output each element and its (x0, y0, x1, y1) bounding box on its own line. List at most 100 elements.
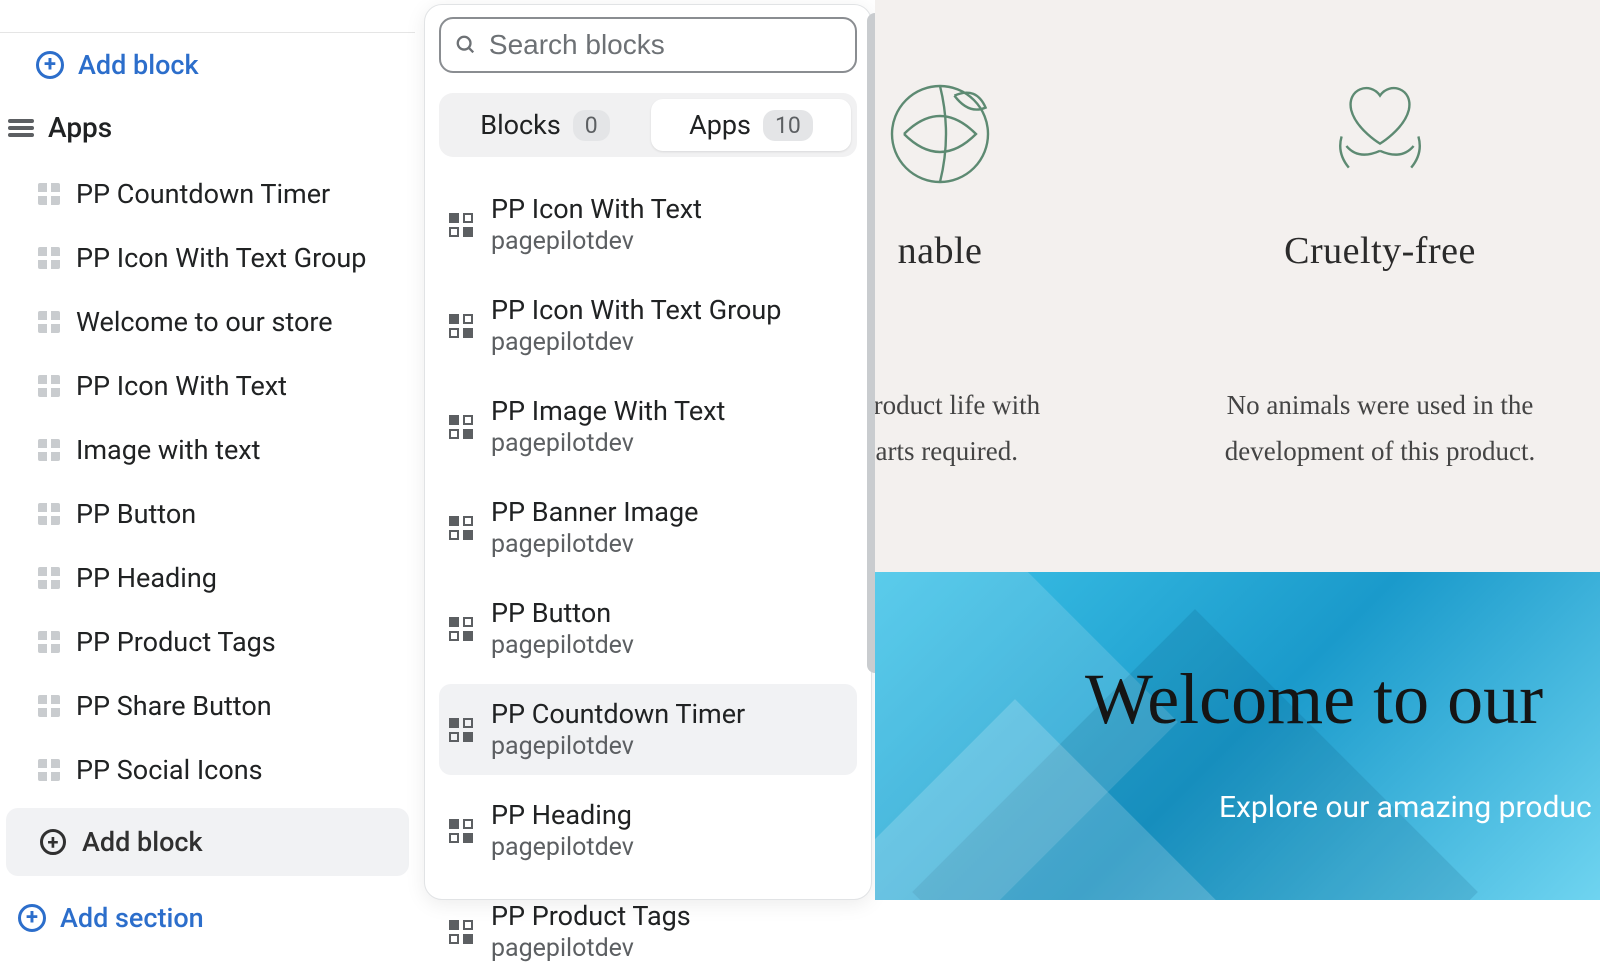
sidebar-top-divider (0, 0, 415, 33)
add-section-label: Add section (60, 902, 204, 934)
add-block-button-top[interactable]: + Add block (0, 33, 415, 99)
block-option-subtitle: pagepilotdev (491, 227, 702, 256)
app-block-icon (449, 617, 473, 641)
tab-count-badge: 0 (573, 110, 610, 141)
block-grid-icon (38, 439, 60, 461)
block-option-title: PP Button (491, 597, 634, 629)
app-block-icon (449, 415, 473, 439)
feature-text: No animals were used in the development … (1205, 383, 1555, 475)
sidebar-item-label: PP Icon With Text Group (76, 242, 366, 274)
sidebar-item-label: Welcome to our store (76, 306, 333, 338)
sidebar-item-label: PP Button (76, 498, 196, 530)
tab-apps[interactable]: Apps 10 (651, 99, 851, 151)
app-block-icon (449, 314, 473, 338)
add-block-label: Add block (78, 49, 199, 81)
tab-label: Apps (689, 109, 751, 141)
sidebar-item[interactable]: PP Countdown Timer (0, 162, 415, 226)
block-option-subtitle: pagepilotdev (491, 328, 781, 357)
plus-circle-icon: + (36, 51, 64, 79)
sidebar-item-label: PP Social Icons (76, 754, 263, 786)
block-option-title: PP Image With Text (491, 395, 725, 427)
block-option-subtitle: pagepilotdev (491, 429, 725, 458)
add-block-label: Add block (82, 826, 203, 858)
tab-label: Blocks (480, 109, 561, 141)
banner-heading: Welcome to our (1085, 658, 1543, 741)
block-option[interactable]: PP Button pagepilotdev (439, 583, 857, 674)
block-grid-icon (38, 311, 60, 333)
search-blocks-field[interactable] (439, 17, 857, 73)
block-grid-icon (38, 247, 60, 269)
sidebar-item[interactable]: Image with text (0, 418, 415, 482)
app-block-icon (449, 819, 473, 843)
feature-text: g product life with parts required. (875, 383, 1115, 475)
block-picker-tabs: Blocks 0 Apps 10 (439, 93, 857, 157)
sidebar-item-label: PP Countdown Timer (76, 178, 330, 210)
block-grid-icon (38, 695, 60, 717)
block-option-title: PP Countdown Timer (491, 698, 745, 730)
block-grid-icon (38, 375, 60, 397)
sidebar-block-list: PP Countdown Timer PP Icon With Text Gro… (0, 162, 415, 802)
sidebar-item[interactable]: PP Icon With Text Group (0, 226, 415, 290)
block-grid-icon (38, 759, 60, 781)
app-block-icon (449, 718, 473, 742)
globe-leaf-icon (880, 74, 1000, 194)
feature-row: nable g product life with parts required… (875, 74, 1600, 554)
tab-blocks[interactable]: Blocks 0 (445, 99, 645, 151)
add-block-button-inner[interactable]: + Add block (6, 808, 409, 876)
block-option-title: PP Icon With Text (491, 193, 702, 225)
block-option[interactable]: PP Countdown Timer pagepilotdev (439, 684, 857, 775)
feature-heading: Cruelty-free (1205, 229, 1555, 273)
plus-circle-icon: + (18, 904, 46, 932)
block-option-title: PP Icon With Text Group (491, 294, 781, 326)
add-section-button[interactable]: + Add section (0, 886, 415, 952)
sidebar-item-label: PP Product Tags (76, 626, 276, 658)
block-option[interactable]: PP Image With Text pagepilotdev (439, 381, 857, 472)
sidebar-item[interactable]: PP Share Button (0, 674, 415, 738)
block-picker-popover: Blocks 0 Apps 10 PP Icon With Text pagep… (424, 4, 872, 900)
block-option-subtitle: pagepilotdev (491, 631, 634, 660)
feature-heading: nable (875, 229, 1115, 273)
block-grid-icon (38, 631, 60, 653)
block-option-subtitle: pagepilotdev (491, 934, 691, 963)
block-option[interactable]: PP Icon With Text pagepilotdev (439, 179, 857, 270)
plus-circle-icon: + (40, 829, 66, 855)
block-grid-icon (38, 503, 60, 525)
block-option-title: PP Banner Image (491, 496, 698, 528)
theme-editor-sidebar: + Add block Apps PP Countdown Timer PP I… (0, 0, 415, 900)
theme-preview: nable g product life with parts required… (875, 0, 1600, 900)
block-grid-icon (38, 183, 60, 205)
hands-heart-icon (1320, 74, 1440, 194)
sidebar-item-label: PP Heading (76, 562, 217, 594)
block-option-title: PP Heading (491, 799, 634, 831)
block-option-subtitle: pagepilotdev (491, 732, 745, 761)
block-option[interactable]: PP Banner Image pagepilotdev (439, 482, 857, 573)
sidebar-item-label: PP Share Button (76, 690, 272, 722)
sidebar-item[interactable]: Welcome to our store (0, 290, 415, 354)
block-picker-list: PP Icon With Text pagepilotdev PP Icon W… (439, 179, 857, 977)
app-block-icon (449, 516, 473, 540)
sidebar-item[interactable]: PP Button (0, 482, 415, 546)
app-block-icon (449, 213, 473, 237)
sidebar-item-label: Image with text (76, 434, 261, 466)
feature-card: Cruelty-free No animals were used in the… (1185, 74, 1575, 554)
block-grid-icon (38, 567, 60, 589)
feature-card: nable g product life with parts required… (875, 74, 1135, 554)
tab-count-badge: 10 (763, 110, 813, 141)
welcome-banner: Welcome to our Explore our amazing produ… (875, 572, 1600, 900)
sidebar-item[interactable]: PP Social Icons (0, 738, 415, 802)
sidebar-item-label: PP Icon With Text (76, 370, 287, 402)
sidebar-item[interactable]: PP Product Tags (0, 610, 415, 674)
section-title: Apps (48, 111, 112, 144)
block-option[interactable]: PP Icon With Text Group pagepilotdev (439, 280, 857, 371)
search-input[interactable] (489, 29, 841, 61)
block-option-subtitle: pagepilotdev (491, 833, 634, 862)
section-header-apps[interactable]: Apps (0, 99, 415, 162)
block-option-subtitle: pagepilotdev (491, 530, 698, 559)
sidebar-item[interactable]: PP Heading (0, 546, 415, 610)
app-block-icon (449, 920, 473, 944)
banner-subheading: Explore our amazing produc (1219, 790, 1592, 825)
search-icon (455, 33, 477, 57)
sidebar-item[interactable]: PP Icon With Text (0, 354, 415, 418)
block-option[interactable]: PP Heading pagepilotdev (439, 785, 857, 876)
apps-icon (8, 119, 34, 137)
